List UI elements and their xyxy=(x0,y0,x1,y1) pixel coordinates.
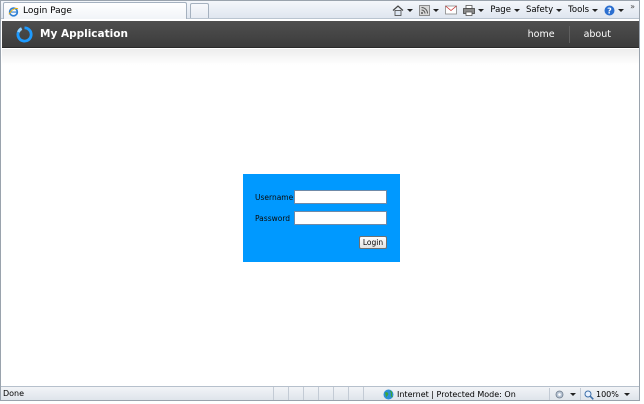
read-mail-command[interactable] xyxy=(443,3,459,17)
status-bar: Done Internet | Protected Mode: On 100% xyxy=(1,386,639,400)
status-pane xyxy=(363,387,378,400)
safety-menu-label: Safety xyxy=(525,5,554,15)
zoom-control[interactable]: 100% xyxy=(584,388,630,400)
chevron-down-icon xyxy=(570,393,576,396)
ie-icon xyxy=(8,6,19,17)
zoom-level-text: 100% xyxy=(596,390,619,399)
settings-gear-icon xyxy=(555,390,564,399)
chevron-down-icon xyxy=(407,8,414,12)
nav-home-link[interactable]: home xyxy=(514,21,569,48)
print-command[interactable] xyxy=(461,3,486,17)
privacy-report[interactable] xyxy=(554,388,576,400)
chevron-down-icon xyxy=(618,8,625,12)
help-icon: ? xyxy=(604,5,615,15)
rss-feed-icon xyxy=(419,4,431,16)
browser-tab-bar: Login Page Page Safety Tools ? » xyxy=(1,1,639,19)
home-icon xyxy=(392,4,404,16)
status-pane xyxy=(303,387,318,400)
chevron-down-icon xyxy=(623,393,630,396)
globe-icon xyxy=(383,389,394,400)
login-panel: Username Password Login xyxy=(243,174,400,262)
chevron-down-icon xyxy=(592,8,599,12)
security-zone-text: Internet | Protected Mode: On xyxy=(397,390,516,399)
zoom-icon xyxy=(584,390,594,400)
app-header: My Application home about xyxy=(2,21,639,48)
print-icon xyxy=(463,4,476,16)
password-label: Password xyxy=(255,214,291,223)
safety-menu[interactable]: Safety xyxy=(524,3,564,17)
app-logo-icon xyxy=(16,26,33,43)
tools-menu[interactable]: Tools xyxy=(566,3,600,17)
status-panes xyxy=(273,387,378,400)
status-divider xyxy=(580,388,581,400)
page-menu[interactable]: Page xyxy=(488,3,522,17)
app-title: My Application xyxy=(40,28,128,40)
status-pane xyxy=(333,387,348,400)
chevron-down-icon xyxy=(478,8,485,12)
new-tab-button[interactable] xyxy=(190,3,209,18)
home-command[interactable] xyxy=(390,3,415,17)
password-input[interactable] xyxy=(294,211,387,225)
page-menu-label: Page xyxy=(490,5,511,15)
status-divider xyxy=(549,388,550,400)
status-pane xyxy=(273,387,288,400)
username-label: Username xyxy=(255,193,294,202)
status-pane xyxy=(348,387,363,400)
tab-title: Login Page xyxy=(23,6,72,16)
browser-window: Login Page Page Safety Tools ? » My Appl… xyxy=(0,0,640,401)
tools-menu-label: Tools xyxy=(568,5,590,15)
security-zone[interactable]: Internet | Protected Mode: On xyxy=(383,388,516,400)
status-pane xyxy=(288,387,303,400)
chevron-down-icon xyxy=(433,8,440,12)
command-bar: Page Safety Tools ? » xyxy=(390,2,639,18)
header-shadow xyxy=(2,49,639,65)
main-nav: home about xyxy=(514,21,639,48)
nav-about-link[interactable]: about xyxy=(570,21,639,48)
feeds-command[interactable] xyxy=(417,3,441,17)
chevron-down-icon xyxy=(556,8,563,12)
tab-login-page[interactable]: Login Page xyxy=(3,2,187,19)
login-button[interactable]: Login xyxy=(359,236,387,249)
status-pane xyxy=(318,387,333,400)
help-menu[interactable]: ? xyxy=(602,3,626,17)
overflow-chevron-icon[interactable]: » xyxy=(630,2,635,11)
username-input[interactable] xyxy=(294,190,387,204)
mail-icon xyxy=(445,5,458,15)
status-text: Done xyxy=(3,389,25,398)
chevron-down-icon xyxy=(513,8,520,12)
svg-text:?: ? xyxy=(607,6,612,15)
